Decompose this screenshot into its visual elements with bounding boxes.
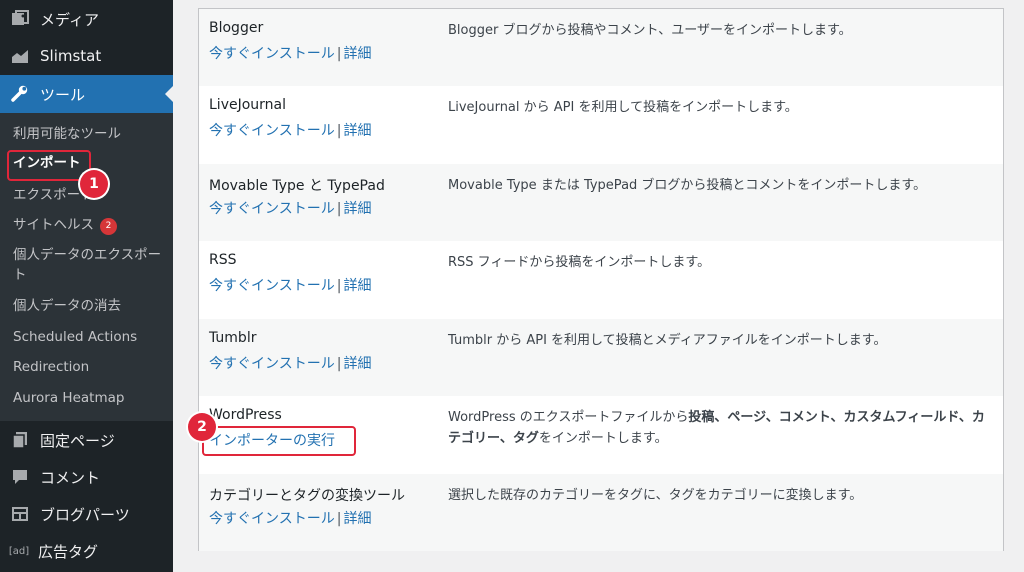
submenu-personal-data-export[interactable]: 個人データのエクスポート [13, 245, 163, 285]
install-now-link[interactable]: 今すぐインストール [209, 46, 335, 62]
importer-description: Movable Type または TypePad ブログから投稿とコメントをイン… [448, 178, 927, 193]
importer-description: WordPress のエクスポートファイルから投稿、ページ、コメント、カスタムフ… [448, 407, 988, 449]
row-actions: 今すぐインストール | 詳細 [209, 508, 371, 528]
desc-text-start: WordPress のエクスポートファイルから [448, 410, 689, 425]
submenu-redirection[interactable]: Redirection [13, 357, 163, 377]
ad-icon: [ad] [8, 545, 30, 557]
install-now-link[interactable]: 今すぐインストール [209, 278, 335, 294]
desc-text-end: をインポートします。 [538, 431, 668, 446]
table-row: RSS 今すぐインストール | 詳細 RSS フィードから投稿をインポートします。 [199, 241, 1003, 318]
install-now-link[interactable]: 今すぐインストール [209, 201, 335, 217]
action-separator: | [336, 46, 342, 62]
submenu-aurora-heatmap[interactable]: Aurora Heatmap [13, 388, 163, 408]
importer-name: Tumblr [209, 330, 257, 346]
highlight-run-importer [202, 426, 356, 456]
install-now-link[interactable]: 今すぐインストール [209, 356, 335, 372]
menu-widgets[interactable]: ブログパーツ [0, 495, 173, 533]
row-actions: 今すぐインストール | 詳細 [209, 353, 371, 373]
submenu-site-health[interactable]: サイトヘルス 2 [13, 215, 163, 235]
comment-icon [10, 467, 30, 487]
menu-pages[interactable]: 固定ページ [0, 421, 173, 459]
details-link[interactable]: 詳細 [343, 356, 371, 372]
step-2-badge: 2 [188, 413, 216, 441]
table-row: カテゴリーとタグの変換ツール 今すぐインストール | 詳細 選択した既存のカテゴリー… [199, 474, 1003, 551]
action-separator: | [336, 123, 342, 139]
action-separator: | [336, 278, 342, 294]
wrench-icon [10, 84, 30, 104]
action-separator: | [336, 201, 342, 217]
admin-sidebar: メディア Slimstat ツール 利用可能なツール インポート エクスポート … [0, 0, 173, 572]
importer-name: Blogger [209, 20, 264, 36]
menu-media[interactable]: メディア [0, 0, 173, 38]
action-separator: | [336, 356, 342, 372]
details-link[interactable]: 詳細 [343, 201, 371, 217]
submenu-available-tools[interactable]: 利用可能なツール [13, 124, 163, 144]
chart-icon [10, 46, 30, 66]
importer-description: Tumblr から API を利用して投稿とメディアファイルをインポートします。 [448, 333, 887, 348]
details-link[interactable]: 詳細 [343, 278, 371, 294]
submenu-site-health-label: サイトヘルス [13, 217, 94, 233]
details-link[interactable]: 詳細 [343, 123, 371, 139]
install-now-link[interactable]: 今すぐインストール [209, 123, 335, 139]
importer-description: Blogger ブログから投稿やコメント、ユーザーをインポートします。 [448, 23, 852, 38]
widget-icon [10, 504, 30, 524]
importer-name: LiveJournal [209, 97, 287, 113]
site-health-count-badge: 2 [100, 218, 117, 235]
menu-media-label: メディア [40, 10, 99, 29]
menu-ad-tags-label: 広告タグ [38, 542, 99, 561]
submenu-personal-data-erase[interactable]: 個人データの消去 [13, 296, 163, 316]
table-row: Tumblr 今すぐインストール | 詳細 Tumblr から API を利用して投… [199, 319, 1003, 396]
importers-table: Blogger 今すぐインストール | 詳細 Blogger ブログから投稿やコメン… [198, 8, 1004, 551]
table-row: Blogger 今すぐインストール | 詳細 Blogger ブログから投稿やコメン… [199, 9, 1003, 86]
row-actions: 今すぐインストール | 詳細 [209, 120, 371, 140]
importer-description: LiveJournal から API を利用して投稿をインポートします。 [448, 100, 798, 115]
menu-tools[interactable]: ツール [0, 75, 173, 113]
importer-name: Movable Type と TypePad [209, 178, 385, 194]
importer-description: RSS フィードから投稿をインポートします。 [448, 255, 711, 270]
details-link[interactable]: 詳細 [343, 46, 371, 62]
row-actions: 今すぐインストール | 詳細 [209, 43, 371, 63]
menu-slimstat-label: Slimstat [40, 47, 102, 65]
install-now-link[interactable]: 今すぐインストール [209, 511, 335, 527]
table-row: LiveJournal 今すぐインストール | 詳細 LiveJournal から … [199, 86, 1003, 163]
menu-comments-label: コメント [40, 468, 101, 487]
submenu-scheduled-actions[interactable]: Scheduled Actions [13, 327, 163, 347]
menu-pages-label: 固定ページ [40, 431, 115, 450]
action-separator: | [336, 511, 342, 527]
importer-name: WordPress [209, 407, 282, 423]
highlight-import-menu [7, 150, 91, 181]
row-actions: 今すぐインストール | 詳細 [209, 275, 371, 295]
menu-slimstat[interactable]: Slimstat [0, 37, 173, 75]
menu-comments[interactable]: コメント [0, 458, 173, 496]
table-row: Movable Type と TypePad 今すぐインストール | 詳細 Mova… [199, 164, 1003, 241]
row-actions: 今すぐインストール | 詳細 [209, 198, 371, 218]
importer-name: RSS [209, 252, 237, 268]
details-link[interactable]: 詳細 [343, 511, 371, 527]
importer-description: 選択した既存のカテゴリーをタグに、タグをカテゴリーに変換します。 [448, 488, 863, 503]
menu-tools-label: ツール [40, 85, 86, 104]
page-icon [10, 430, 30, 450]
menu-ad-tags[interactable]: [ad] 広告タグ [0, 532, 173, 570]
step-1-badge: 1 [80, 170, 108, 198]
menu-widgets-label: ブログパーツ [40, 505, 130, 524]
media-icon [10, 9, 30, 29]
importer-name: カテゴリーとタグの変換ツール [209, 488, 405, 504]
